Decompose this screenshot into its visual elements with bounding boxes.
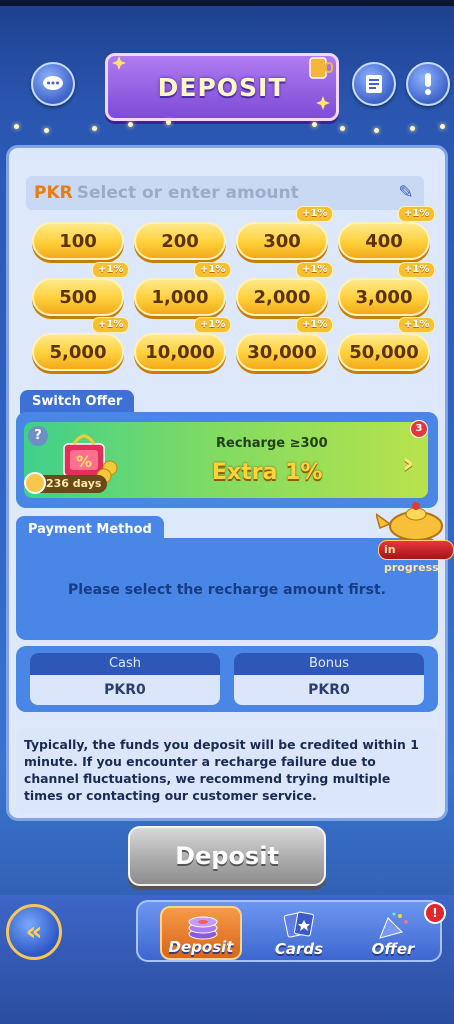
deposit-button[interactable]: Deposit: [128, 826, 326, 886]
amount-option-button[interactable]: 100: [32, 222, 124, 260]
offer-condition: Recharge ≥300: [216, 436, 328, 451]
pencil-icon: ✎: [398, 182, 414, 203]
amount-option-button[interactable]: 5,000: [32, 333, 124, 371]
bonus-value: PKR0: [308, 682, 350, 698]
chat-icon: [43, 76, 63, 90]
string-lights: [0, 120, 454, 134]
nav-cards[interactable]: Cards: [258, 906, 340, 960]
bonus-tag: +1%: [398, 206, 436, 222]
amount-input[interactable]: PKR Select or enter amount ✎: [26, 176, 424, 210]
records-button[interactable]: [352, 62, 396, 106]
amount-placeholder: Select or enter amount: [76, 183, 299, 203]
tab-switch-offer: Switch Offer: [20, 390, 135, 414]
bonus-tag: +1%: [296, 206, 334, 222]
amount-option-button[interactable]: 30,000: [236, 333, 328, 371]
back-button[interactable]: «: [6, 904, 62, 960]
svg-text:%: %: [76, 452, 92, 471]
nav-cards-label: Cards: [274, 940, 324, 958]
bonus-tag: +1%: [92, 317, 130, 333]
offer-bonus-text: Extra 1%: [212, 460, 323, 485]
help-icon[interactable]: ?: [28, 426, 48, 446]
double-chevron-left-icon: «: [25, 917, 43, 947]
offer-count-badge: 3: [410, 420, 428, 438]
deposit-notice: Typically, the funds you deposit will be…: [16, 728, 438, 814]
amount-option-button[interactable]: 500: [32, 278, 124, 316]
bonus-label: Bonus: [234, 653, 424, 675]
bonus-tag: +1%: [296, 262, 334, 278]
sparkle-icon: [112, 56, 126, 70]
cards-icon: [283, 911, 314, 938]
amount-option-button[interactable]: 10,000: [134, 333, 226, 371]
payment-message: Please select the recharge amount first.: [68, 582, 386, 598]
bonus-tag: +1%: [194, 317, 232, 333]
amount-option-button[interactable]: 2,000: [236, 278, 328, 316]
bonus-tag: +1%: [398, 262, 436, 278]
cup-icon: [309, 57, 333, 79]
info-button[interactable]: [406, 62, 450, 106]
amount-option-button[interactable]: 3,000: [338, 278, 430, 316]
party-popper-icon: [379, 912, 408, 939]
bonus-balance: Bonus PKR0: [234, 653, 424, 705]
info-icon: [425, 73, 431, 95]
bonus-tag: +1%: [398, 317, 436, 333]
amount-option-button[interactable]: 300: [236, 222, 328, 260]
bonus-tag: +1%: [296, 317, 334, 333]
cash-balance: Cash PKR0: [30, 653, 220, 705]
cash-value: PKR0: [104, 682, 146, 698]
status-strip: [0, 0, 454, 6]
offer-alert-badge: !: [424, 902, 446, 924]
notice-text: Typically, the funds you deposit will be…: [24, 737, 419, 803]
bonus-tag: +1%: [194, 262, 232, 278]
clock-icon: [24, 472, 46, 494]
nav-offer-label: Offer: [371, 940, 415, 958]
nav-deposit[interactable]: Deposit: [160, 906, 242, 960]
page-title-plate: DEPOSIT: [105, 53, 339, 121]
amount-option-button[interactable]: 50,000: [338, 333, 430, 371]
amount-option-button[interactable]: 400: [338, 222, 430, 260]
amount-option-button[interactable]: 1,000: [134, 278, 226, 316]
page-title: DEPOSIT: [157, 72, 287, 102]
chevron-right-icon[interactable]: ›: [402, 446, 414, 481]
sparkle-icon: [316, 96, 330, 110]
currency-label: PKR: [34, 183, 73, 203]
amount-option-button[interactable]: 200: [134, 222, 226, 260]
status-badge: in progress: [378, 540, 454, 574]
records-icon: [366, 75, 382, 93]
chat-button[interactable]: [31, 62, 75, 106]
nav-offer[interactable]: Offer: [352, 906, 434, 960]
cash-label: Cash: [30, 653, 220, 675]
bonus-tag: +1%: [92, 262, 130, 278]
chips-icon: [188, 916, 218, 940]
